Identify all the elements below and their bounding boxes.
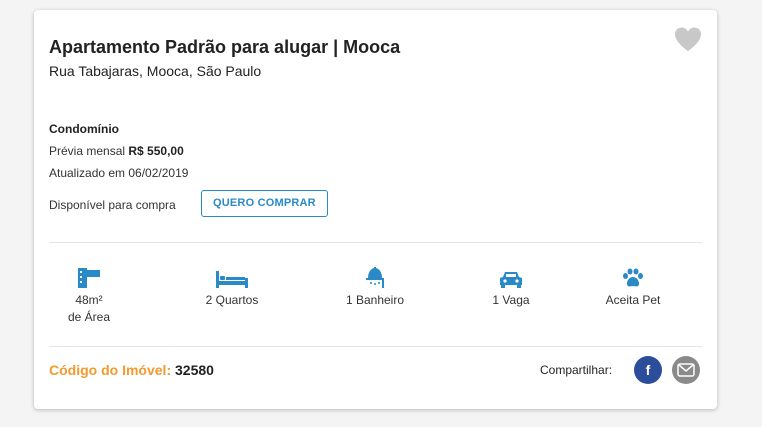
availability-label: Disponível para compra (49, 198, 176, 212)
feature-bathroom-label: 1 Banheiro (345, 293, 405, 307)
divider (49, 346, 702, 347)
car-icon (500, 272, 522, 288)
listing-address: Rua Tabajaras, Mooca, São Paulo (49, 63, 262, 79)
feature-bedrooms: 2 Quartos (177, 266, 287, 309)
condominium-label: Condomínio (49, 122, 119, 136)
feature-area-value: 48m² (75, 293, 103, 307)
envelope-icon (677, 363, 695, 377)
area-icon (78, 268, 100, 288)
facebook-icon: f (645, 362, 651, 378)
listing-card: Apartamento Padrão para alugar | Mooca R… (34, 10, 717, 409)
feature-area: 48m² de Área (34, 266, 144, 326)
bed-icon (216, 271, 248, 288)
feature-bathroom: 1 Banheiro (320, 266, 430, 309)
feature-pets-label: Aceita Pet (605, 293, 661, 307)
shower-icon (366, 267, 384, 288)
feature-parking: 1 Vaga (456, 266, 566, 309)
preview-prefix: Prévia mensal (49, 144, 126, 158)
property-code: Código do Imóvel: 32580 (49, 362, 214, 378)
heart-icon[interactable] (673, 26, 703, 52)
feature-area-caption: de Área (67, 310, 111, 324)
feature-parking-label: 1 Vaga (492, 293, 530, 307)
feature-pets: Aceita Pet (578, 266, 688, 309)
property-code-label: Código do Imóvel: (49, 362, 172, 378)
condominium-preview: Prévia mensal R$ 550,00 (49, 144, 184, 158)
paw-icon (623, 268, 643, 287)
listing-title[interactable]: Apartamento Padrão para alugar | Mooca (49, 37, 400, 58)
email-share-button[interactable] (672, 356, 700, 384)
condominium-updated: Atualizado em 06/02/2019 (49, 166, 189, 180)
buy-button[interactable]: QUERO COMPRAR (201, 190, 328, 217)
preview-value: R$ 550,00 (128, 144, 184, 158)
divider (49, 242, 702, 243)
property-code-value: 32580 (175, 362, 214, 378)
share-label: Compartilhar: (540, 363, 613, 377)
facebook-share-button[interactable]: f (634, 356, 662, 384)
feature-bedrooms-label: 2 Quartos (205, 293, 259, 307)
